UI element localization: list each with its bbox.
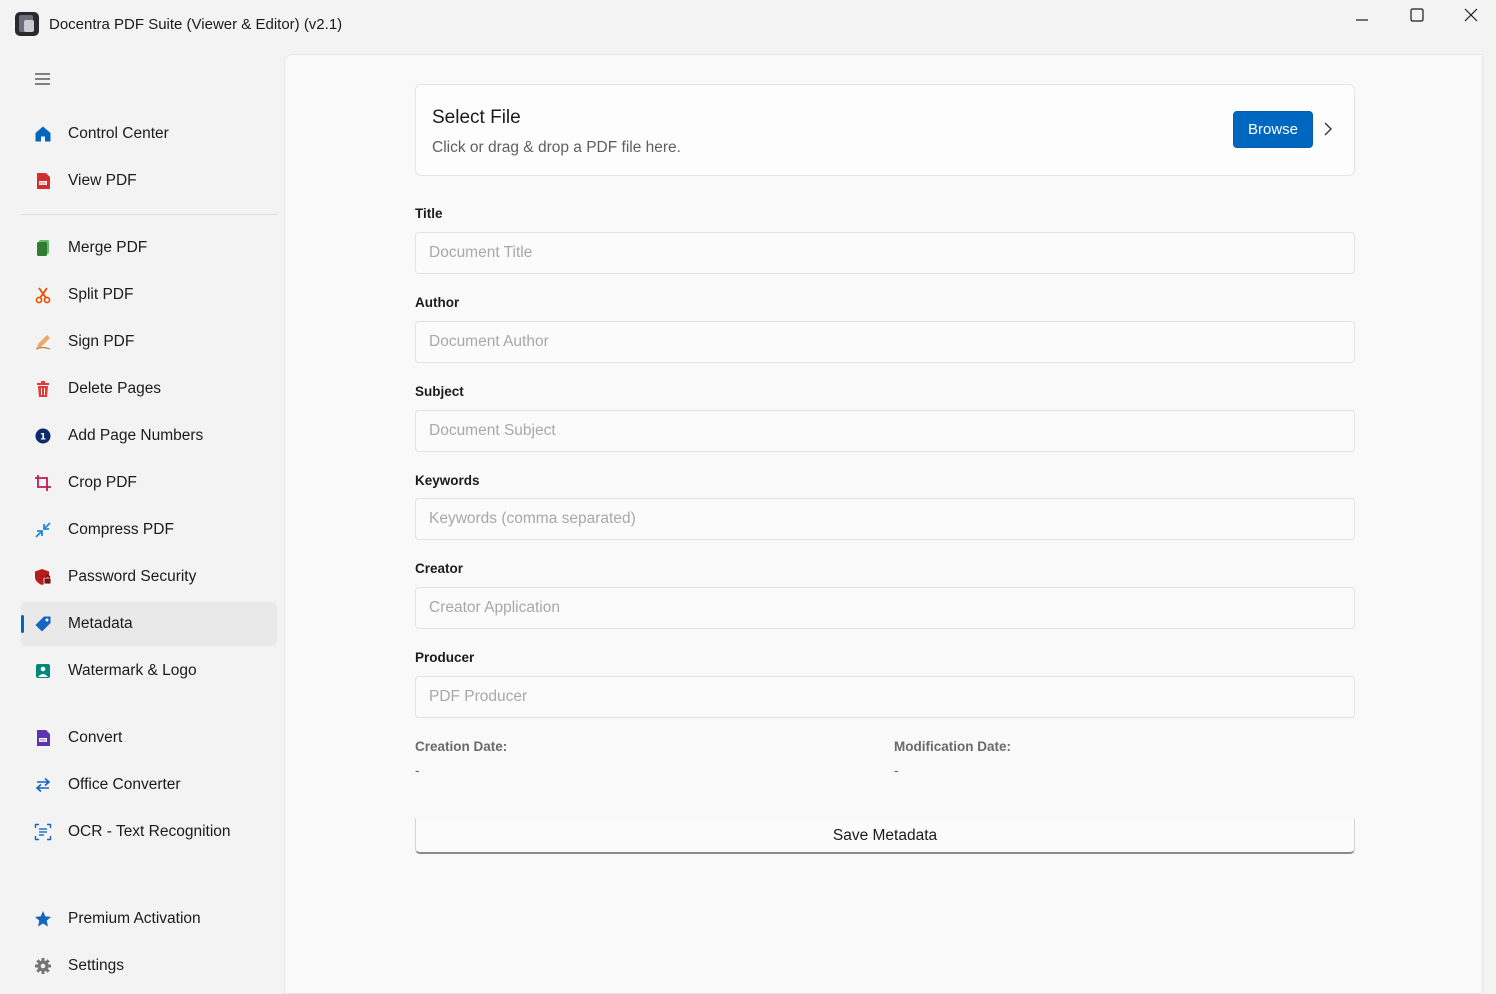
scissors-icon [33, 285, 53, 305]
sidebar-item-control-center[interactable]: Control Center [21, 112, 277, 156]
sidebar-item-password-security[interactable]: Password Security [21, 555, 277, 599]
sidebar-item-label: Office Converter [68, 776, 181, 793]
modification-date-value: - [894, 762, 899, 778]
sidebar-item-label: Convert [68, 729, 123, 746]
creation-date-value: - [415, 762, 420, 778]
select-file-card[interactable]: Select File Click or drag & drop a PDF f… [415, 84, 1355, 176]
selection-indicator [21, 615, 24, 633]
browse-button[interactable]: Browse [1233, 111, 1313, 148]
compress-icon [33, 520, 53, 540]
author-input[interactable] [415, 321, 1355, 363]
sidebar-item-label: Sign PDF [68, 333, 135, 350]
svg-text:PDF: PDF [39, 181, 46, 185]
sidebar-item-compress-pdf[interactable]: Compress PDF [21, 508, 277, 552]
sidebar-item-label: Add Page Numbers [68, 427, 204, 444]
sidebar-item-label: Compress PDF [68, 521, 174, 538]
svg-text:1: 1 [40, 432, 46, 442]
app-logo-icon [15, 12, 39, 36]
sidebar-item-crop-pdf[interactable]: Crop PDF [21, 461, 277, 505]
title-label: Title [415, 206, 443, 221]
subject-label: Subject [415, 384, 464, 399]
title-input[interactable] [415, 232, 1355, 274]
select-file-title: Select File [432, 107, 521, 128]
keywords-input[interactable] [415, 498, 1355, 540]
sidebar-item-label: Crop PDF [68, 474, 137, 491]
save-metadata-button[interactable]: Save Metadata [415, 818, 1355, 854]
scan-text-icon [33, 822, 53, 842]
sidebar-item-label: Watermark & Logo [68, 662, 197, 679]
sidebar-item-office-converter[interactable]: Office Converter [21, 763, 277, 807]
sidebar-item-label: Delete Pages [68, 380, 162, 397]
sidebar-item-watermark-logo[interactable]: Watermark & Logo [21, 649, 277, 693]
image-icon [33, 661, 53, 681]
trash-icon [33, 379, 53, 399]
creator-input[interactable] [415, 587, 1355, 629]
home-icon [33, 124, 53, 144]
sidebar-item-settings[interactable]: Settings [21, 944, 277, 988]
close-button[interactable] [1443, 0, 1496, 30]
sidebar-item-label: Split PDF [68, 286, 134, 303]
pen-icon [33, 332, 53, 352]
modification-date-label: Modification Date: [894, 739, 1011, 754]
minimize-button[interactable] [1334, 0, 1389, 30]
number-icon: 1 [33, 426, 53, 446]
sidebar-divider [21, 214, 277, 215]
tag-icon [33, 614, 53, 634]
gear-icon [33, 956, 53, 976]
subject-input[interactable] [415, 410, 1355, 452]
crop-icon [33, 473, 53, 493]
merge-icon [33, 238, 53, 258]
sidebar-item-label: OCR - Text Recognition [68, 823, 231, 840]
minimize-icon [1355, 19, 1368, 21]
swap-icon [33, 775, 53, 795]
author-label: Author [415, 295, 460, 310]
sidebar-item-label: Settings [68, 957, 125, 974]
menu-toggle-button[interactable] [31, 70, 55, 88]
sidebar-item-delete-pages[interactable]: Delete Pages [21, 367, 277, 411]
sidebar-item-convert[interactable]: PDF Convert [21, 716, 277, 760]
sidebar-item-view-pdf[interactable]: PDF View PDF [21, 159, 277, 203]
keywords-label: Keywords [415, 473, 480, 488]
hamburger-icon [35, 73, 50, 85]
svg-text:PDF: PDF [39, 738, 46, 742]
main-panel: Select File Click or drag & drop a PDF f… [284, 54, 1483, 994]
maximize-button[interactable] [1389, 0, 1444, 30]
convert-icon: PDF [33, 728, 53, 748]
maximize-icon [1409, 8, 1424, 22]
shield-lock-icon [33, 567, 53, 587]
sidebar-item-split-pdf[interactable]: Split PDF [21, 273, 277, 317]
pdf-icon: PDF [33, 171, 53, 191]
sidebar-item-label: Metadata [68, 615, 133, 632]
chevron-right-icon[interactable] [1322, 121, 1334, 137]
close-icon [1464, 8, 1477, 22]
sidebar-item-label: View PDF [68, 172, 137, 189]
star-icon [33, 909, 53, 929]
sidebar-item-label: Merge PDF [68, 239, 148, 256]
sidebar-item-sign-pdf[interactable]: Sign PDF [21, 320, 277, 364]
sidebar-item-label: Control Center [68, 125, 169, 142]
select-file-hint: Click or drag & drop a PDF file here. [432, 139, 681, 156]
sidebar-item-add-page-numbers[interactable]: 1 Add Page Numbers [21, 414, 277, 458]
sidebar-item-ocr[interactable]: OCR - Text Recognition [21, 810, 277, 854]
sidebar-item-premium-activation[interactable]: Premium Activation [21, 897, 277, 941]
window-title: Docentra PDF Suite (Viewer & Editor) (v2… [49, 16, 343, 33]
sidebar-item-label: Premium Activation [68, 910, 201, 927]
producer-label: Producer [415, 650, 475, 665]
creation-date-label: Creation Date: [415, 739, 508, 754]
sidebar-item-label: Password Security [68, 568, 197, 585]
title-bar: Docentra PDF Suite (Viewer & Editor) (v2… [0, 0, 1496, 50]
creator-label: Creator [415, 561, 464, 576]
sidebar: Control Center PDF View PDF Merge PDF Sp… [0, 50, 284, 994]
sidebar-item-merge-pdf[interactable]: Merge PDF [21, 226, 277, 270]
sidebar-item-metadata[interactable]: Metadata [21, 602, 277, 646]
producer-input[interactable] [415, 676, 1355, 718]
